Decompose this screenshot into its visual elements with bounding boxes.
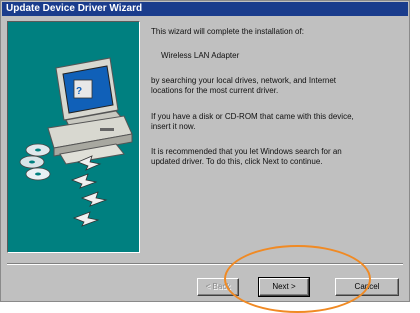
disk-text-line2: insert it now.: [151, 122, 196, 131]
search-text-line1: by searching your local drives, network,…: [151, 76, 336, 85]
cd-disc-icon: [19, 143, 51, 181]
recommend-text-line2: updated driver. To do this, click Next t…: [151, 157, 323, 166]
disk-text-line1: If you have a disk or CD-ROM that came w…: [151, 112, 354, 121]
wizard-art-svg: ?: [19, 57, 133, 227]
title-bar: Update Device Driver Wizard: [2, 2, 408, 16]
arrow-icon: [70, 155, 108, 227]
computer-icon: ?: [47, 57, 133, 165]
svg-text:?: ?: [76, 86, 82, 97]
search-text-line2: locations for the most current driver.: [151, 86, 279, 95]
window-title: Update Device Driver Wizard: [6, 3, 143, 14]
wizard-illustration: ?: [7, 21, 140, 253]
recommend-text-line1: It is recommended that you let Windows s…: [151, 147, 342, 156]
highlight-circle: [224, 245, 371, 313]
device-name: Wireless LAN Adapter: [161, 51, 240, 60]
intro-text: This wizard will complete the installati…: [151, 27, 304, 36]
